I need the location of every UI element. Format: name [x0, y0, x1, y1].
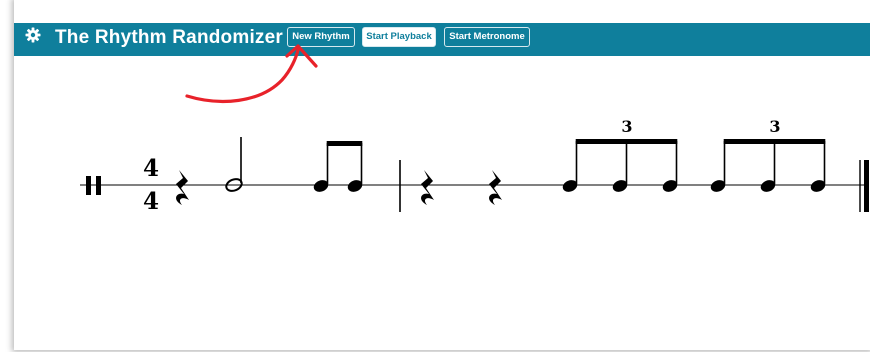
time-signature-denominator: 4 — [143, 188, 159, 215]
rhythm-score: 4 4 3 3 — [80, 44, 869, 215]
time-signature-numerator: 4 — [143, 155, 159, 182]
annotation-arrow — [185, 44, 318, 104]
tuplet-number: 3 — [769, 117, 780, 136]
tuplet-number: 3 — [621, 117, 632, 136]
eighth-note-triplet — [710, 139, 826, 192]
final-barline — [859, 160, 869, 212]
quarter-rest — [176, 170, 189, 205]
quarter-rest — [489, 170, 502, 205]
quarter-rest — [421, 170, 434, 205]
eighth-note-triplet — [562, 139, 678, 192]
eighth-note-pair — [313, 141, 363, 192]
